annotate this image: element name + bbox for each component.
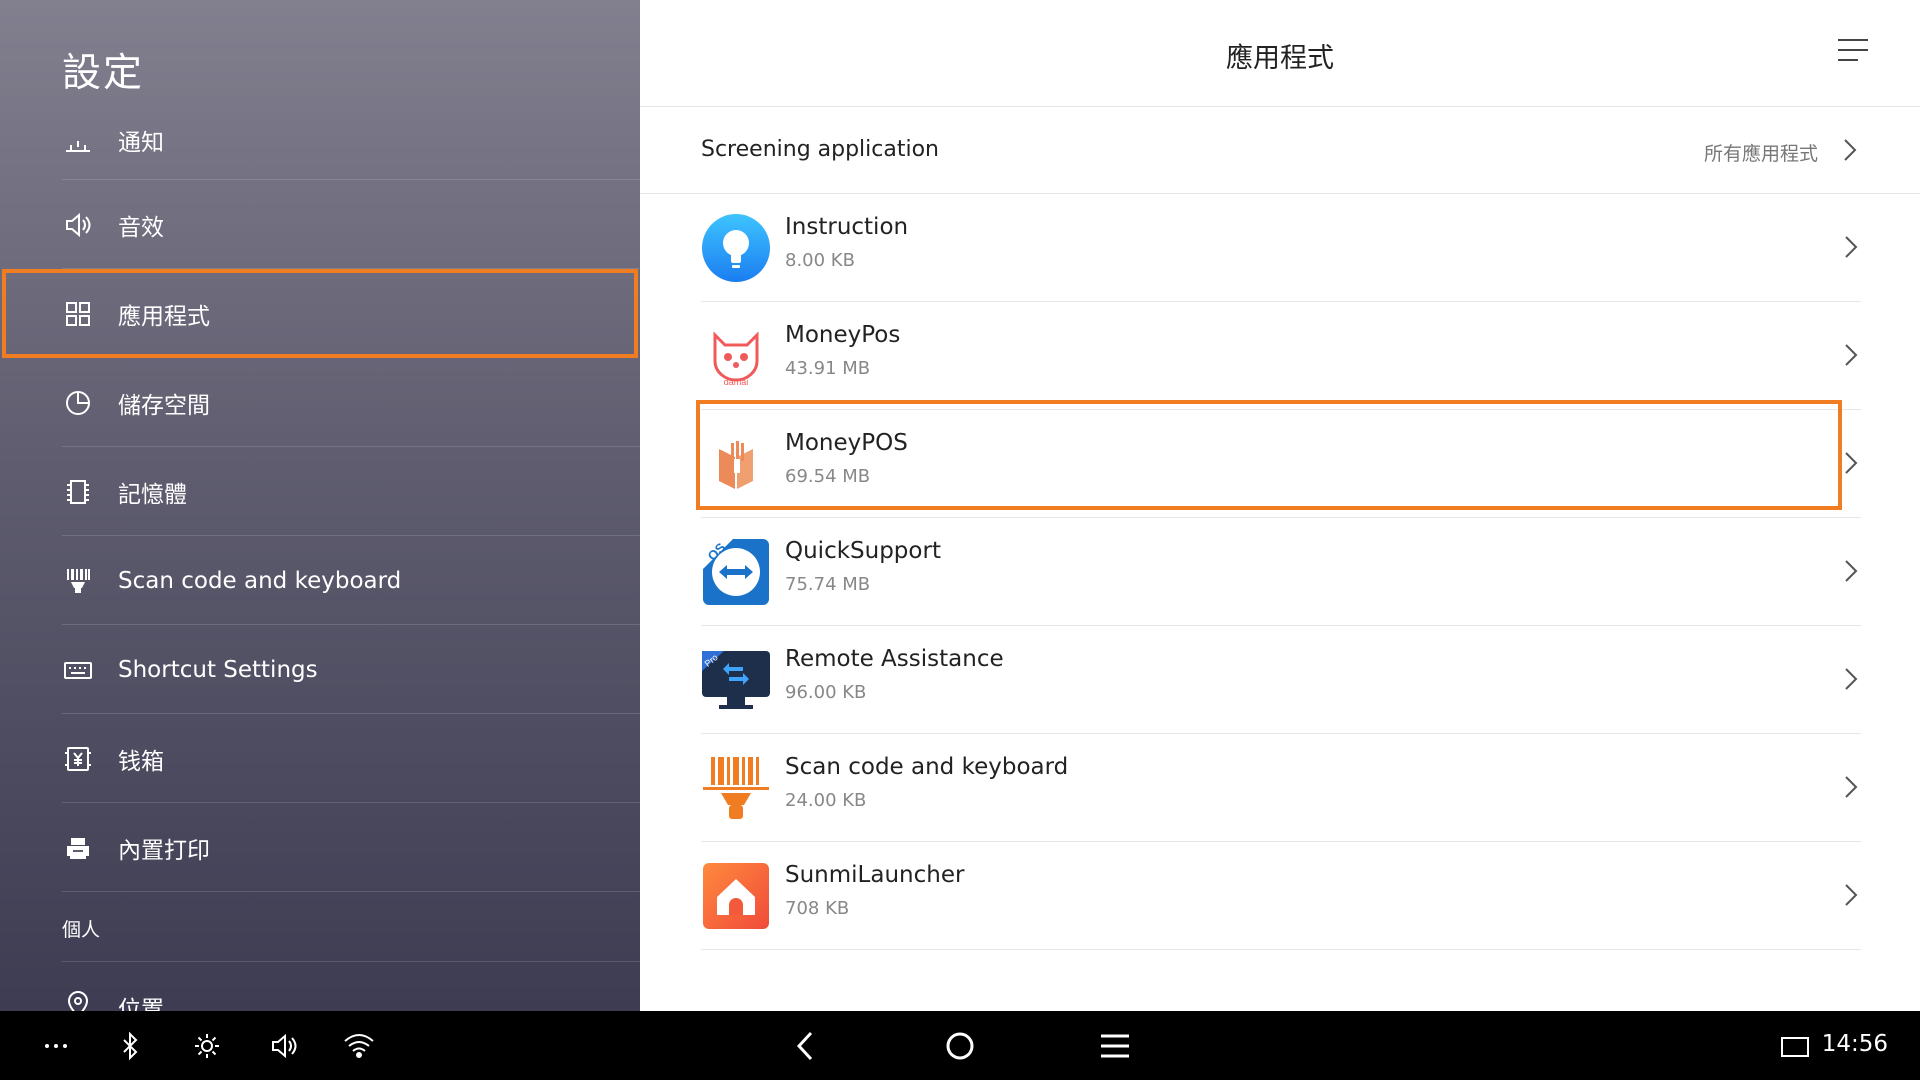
moneypos-cat-icon: damai: [701, 321, 771, 391]
chevron-right-icon: [1844, 139, 1857, 161]
sunmi-launcher-icon: [701, 861, 771, 931]
screening-label: Screening application: [701, 137, 940, 162]
chevron-right-icon: [1845, 236, 1858, 258]
app-size: 96.00 KB: [785, 682, 867, 703]
app-row-remote-assistance[interactable]: Pro Remote Assistance 96.00 KB: [701, 626, 1861, 734]
app-row-scan-code[interactable]: Scan code and keyboard 24.00 KB: [701, 734, 1861, 842]
app-name: Instruction: [785, 214, 909, 240]
apps-panel: 應用程式 Screening application 所有應用程式 Instru…: [640, 0, 1920, 1011]
speaker-icon: [62, 209, 94, 241]
volume-icon[interactable]: [266, 1028, 302, 1064]
keyboard-icon: [62, 654, 94, 686]
app-row-moneypos-fork[interactable]: MoneyPOS 69.54 MB: [701, 410, 1861, 518]
screen-icon[interactable]: [1777, 1028, 1813, 1064]
chevron-right-icon: [1845, 452, 1858, 474]
chevron-right-icon: [1845, 344, 1858, 366]
app-size: 8.00 KB: [785, 250, 855, 271]
app-name: QuickSupport: [785, 538, 941, 564]
home-icon[interactable]: [942, 1028, 978, 1064]
brightness-icon[interactable]: [189, 1028, 225, 1064]
remote-assistance-icon: Pro: [701, 645, 771, 715]
page-header: 應用程式: [640, 0, 1920, 107]
app-name: Remote Assistance: [785, 646, 1004, 672]
chevron-right-icon: [1845, 884, 1858, 906]
more-dots-icon[interactable]: [38, 1028, 74, 1064]
sidebar-item-location[interactable]: 位置: [0, 962, 640, 1011]
sidebar-item-apps[interactable]: 應用程式: [2, 269, 638, 358]
app-row-moneypos[interactable]: damai MoneyPos 43.91 MB: [701, 302, 1861, 410]
sidebar-item-printer[interactable]: 內置打印: [0, 803, 640, 892]
sidebar-item-label: 記憶體: [118, 481, 187, 508]
instruction-bulb-icon: [701, 213, 771, 283]
app-row-instruction[interactable]: Instruction 8.00 KB: [701, 194, 1861, 302]
sidebar-item-label: 位置: [118, 997, 164, 1011]
system-nav-bar: 14:56: [0, 1011, 1920, 1080]
svg-text:damai: damai: [724, 377, 749, 387]
cash-box-icon: [62, 743, 94, 775]
chevron-right-icon: [1845, 560, 1858, 582]
sidebar-item-label: 應用程式: [118, 303, 210, 330]
barcode-scanner-icon: [62, 565, 94, 597]
page-title: 應用程式: [1226, 43, 1334, 74]
notification-icon: [62, 126, 94, 158]
apps-grid-icon: [62, 298, 94, 330]
sidebar-title: 設定: [62, 51, 145, 96]
section-header-personal: 個人: [62, 919, 101, 941]
app-size: 708 KB: [785, 898, 850, 919]
moneypos-fork-icon: [701, 429, 771, 499]
recent-apps-icon[interactable]: [1097, 1028, 1133, 1064]
sidebar-item-scan-code[interactable]: Scan code and keyboard: [0, 536, 640, 625]
location-icon: [62, 988, 94, 1011]
sidebar-item-label: Scan code and keyboard: [118, 567, 402, 594]
app-row-sunmi-launcher[interactable]: SunmiLauncher 708 KB: [701, 842, 1861, 950]
bluetooth-icon[interactable]: [112, 1028, 148, 1064]
sidebar-item-shortcut-settings[interactable]: Shortcut Settings: [0, 625, 640, 714]
scan-code-icon: [701, 753, 771, 823]
status-clock: 14:56: [1821, 1031, 1888, 1057]
app-row-quicksupport[interactable]: OS QuickSupport 75.74 MB: [701, 518, 1861, 626]
screening-value: 所有應用程式: [1703, 143, 1818, 165]
sidebar-item-sound[interactable]: 音效: [0, 180, 640, 269]
wifi-icon[interactable]: [341, 1028, 377, 1064]
app-name: SunmiLauncher: [785, 862, 965, 888]
app-size: 43.91 MB: [785, 358, 871, 379]
sidebar-item-label: 通知: [118, 130, 164, 156]
sidebar-item-label: Shortcut Settings: [118, 656, 318, 683]
printer-icon: [62, 832, 94, 864]
app-name: MoneyPos: [785, 322, 901, 348]
sidebar-item-memory[interactable]: 記憶體: [0, 447, 640, 536]
settings-sidebar: 設定 通知 音效 應用程式 儲存空間 記憶體 Scan code and key…: [0, 0, 640, 1011]
sidebar-item-notification[interactable]: 通知: [0, 95, 640, 180]
chevron-right-icon: [1845, 668, 1858, 690]
sidebar-item-label: 钱箱: [118, 748, 164, 775]
app-name: Scan code and keyboard: [785, 754, 1069, 780]
pie-chart-icon: [62, 387, 94, 419]
sidebar-item-storage[interactable]: 儲存空間: [0, 358, 640, 447]
sidebar-item-label: 儲存空間: [118, 392, 210, 419]
sidebar-item-label: 音效: [118, 214, 164, 241]
screening-application-row[interactable]: Screening application 所有應用程式: [640, 107, 1920, 194]
sidebar-item-cash-box[interactable]: 钱箱: [0, 714, 640, 803]
app-size: 24.00 KB: [785, 790, 867, 811]
sidebar-item-label: 內置打印: [118, 837, 210, 864]
app-size: 69.54 MB: [785, 466, 871, 487]
memory-chip-icon: [62, 476, 94, 508]
menu-lines-icon[interactable]: [1838, 36, 1872, 66]
chevron-right-icon: [1845, 776, 1858, 798]
quicksupport-icon: OS: [701, 537, 771, 607]
app-size: 75.74 MB: [785, 574, 871, 595]
app-name: MoneyPOS: [785, 430, 908, 456]
back-icon[interactable]: [788, 1028, 824, 1064]
